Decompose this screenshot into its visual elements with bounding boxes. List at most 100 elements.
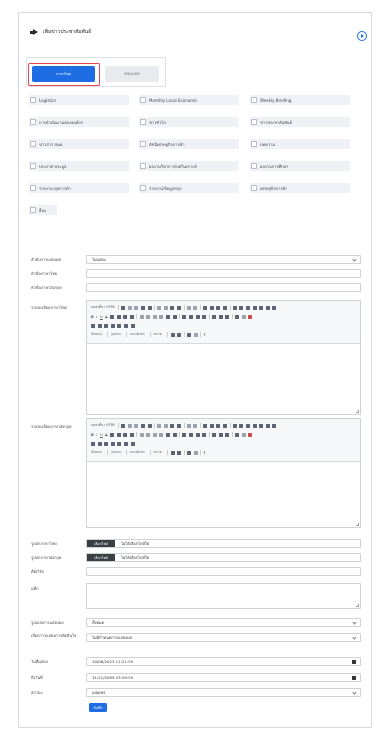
div-container-icon[interactable] — [172, 314, 177, 319]
detail-en-editor[interactable]: แหล่งที่มา HTML B I U S ลักษณะ รูปแบบ แบ… — [86, 418, 361, 528]
category-checkbox[interactable]: Monthly Local Economic — [140, 95, 197, 105]
choose-file-button[interactable]: เลือกไฟล์ — [87, 540, 115, 547]
horizontal-line-icon[interactable] — [104, 323, 109, 328]
align-center-icon[interactable] — [189, 432, 194, 437]
category-checkbox[interactable]: ดัชนีเศรษฐกิจการค้า — [140, 139, 184, 149]
textfield-icon[interactable] — [252, 423, 257, 428]
copy-format-icon[interactable] — [123, 432, 128, 437]
language-icon[interactable] — [225, 432, 230, 437]
align-center-icon[interactable] — [189, 314, 194, 319]
remove-format-icon[interactable] — [129, 314, 134, 319]
iframe-icon[interactable] — [130, 323, 135, 328]
select-all-icon[interactable] — [216, 305, 221, 310]
bold-button[interactable]: B — [91, 315, 94, 319]
save-button[interactable]: บันทึก — [89, 703, 107, 712]
indent-icon[interactable] — [159, 314, 164, 319]
checkbox-icon[interactable] — [251, 97, 257, 103]
checkbox-icon[interactable] — [30, 141, 36, 147]
copy-icon[interactable] — [163, 423, 168, 428]
select-all-icon[interactable] — [216, 423, 221, 428]
checkbox-icon[interactable] — [30, 207, 36, 213]
checkbox-icon[interactable] — [30, 97, 36, 103]
replace-icon[interactable] — [209, 423, 214, 428]
paste-icon[interactable] — [170, 305, 175, 310]
special-char-icon[interactable] — [117, 323, 122, 328]
spellcheck-icon[interactable] — [223, 305, 228, 310]
calendar-icon[interactable] — [352, 676, 356, 680]
expire-select[interactable]: ไม่มีกำหนดการแสดงผล — [86, 633, 361, 642]
paragraph-select[interactable]: รูปแบบ — [111, 332, 128, 337]
blockquote-icon[interactable] — [166, 314, 171, 319]
redo-icon[interactable] — [193, 423, 198, 428]
undo-icon[interactable] — [186, 423, 191, 428]
new-page-icon[interactable] — [127, 305, 132, 310]
italic-button[interactable]: I — [96, 433, 97, 437]
paste-icon[interactable] — [170, 423, 175, 428]
resize-handle-icon[interactable] — [356, 604, 359, 607]
blockquote-icon[interactable] — [166, 432, 171, 437]
detail-th-editor[interactable]: แหล่งที่มา HTML B I U S ลักษณะ รูปแบบ แบ… — [86, 300, 361, 415]
resize-handle-icon[interactable] — [356, 410, 359, 413]
outdent-icon[interactable] — [152, 432, 157, 437]
category-checkbox[interactable]: Logistics — [30, 95, 56, 105]
size-select[interactable]: ขนาด — [153, 450, 168, 455]
numbered-list-icon[interactable] — [139, 432, 144, 437]
font-select[interactable]: แบบอักษร — [130, 332, 151, 337]
show-blocks-icon[interactable] — [193, 450, 198, 455]
justify-icon[interactable] — [202, 314, 207, 319]
align-right-icon[interactable] — [195, 432, 200, 437]
resize-handle-icon[interactable] — [356, 523, 359, 526]
cut-icon[interactable] — [157, 305, 162, 310]
category-checkbox[interactable]: ผลงานการศึกษา — [251, 161, 288, 171]
unlink-icon[interactable] — [241, 314, 246, 319]
strike-button[interactable]: S — [105, 433, 107, 437]
start-date-input[interactable]: 10/06/2023 11:21:59 — [86, 657, 361, 666]
ltr-icon[interactable] — [211, 314, 216, 319]
iframe-icon[interactable] — [130, 441, 135, 446]
image-en-file-input[interactable]: เลือกไฟล์ ไม่ได้เลือกไฟล์ใด — [86, 553, 361, 562]
spellcheck-icon[interactable] — [223, 423, 228, 428]
anchor-icon[interactable] — [248, 314, 253, 319]
align-left-icon[interactable] — [182, 314, 187, 319]
anchor-icon[interactable] — [248, 432, 253, 437]
bold-button[interactable]: B — [91, 433, 94, 437]
cut-icon[interactable] — [157, 423, 162, 428]
category-checkbox[interactable]: ข่าวสาร สนค. — [30, 139, 63, 149]
subscript-icon[interactable] — [110, 314, 115, 319]
find-icon[interactable] — [203, 423, 208, 428]
print-icon[interactable] — [140, 305, 145, 310]
checkbox-icon[interactable] — [239, 423, 244, 428]
copy-icon[interactable] — [163, 305, 168, 310]
align-left-icon[interactable] — [182, 432, 187, 437]
status-select[interactable]: เผยแพร่ — [86, 688, 361, 697]
format-select[interactable]: ลักษณะ — [91, 450, 109, 455]
redo-icon[interactable] — [193, 305, 198, 310]
table-icon[interactable] — [97, 323, 102, 328]
align-right-icon[interactable] — [195, 314, 200, 319]
checkbox-icon[interactable] — [251, 141, 257, 147]
paragraph-select[interactable]: รูปแบบ — [111, 450, 128, 455]
table-icon[interactable] — [97, 441, 102, 446]
maximize-icon[interactable] — [186, 332, 191, 337]
bg-color-icon[interactable] — [177, 450, 182, 455]
checkbox-icon[interactable] — [251, 119, 257, 125]
rtl-icon[interactable] — [218, 432, 223, 437]
checkbox-icon[interactable] — [251, 163, 257, 169]
category-checkbox[interactable]: ข่าวประชาสัมพันธ์ — [251, 117, 292, 127]
checkbox-icon[interactable] — [140, 163, 146, 169]
source-button[interactable]: แหล่งที่มา HTML — [91, 423, 115, 428]
strike-button[interactable]: S — [105, 315, 107, 319]
preview-icon[interactable] — [134, 423, 139, 428]
new-page-icon[interactable] — [127, 423, 132, 428]
underline-button[interactable]: U — [100, 315, 103, 319]
tab-thai[interactable]: ภาษาไทย — [32, 66, 95, 82]
checkbox-icon[interactable] — [239, 305, 244, 310]
text-color-icon[interactable] — [170, 450, 175, 455]
category-checkbox[interactable]: Weekly Briefing — [251, 95, 291, 105]
select-field-icon[interactable] — [259, 423, 264, 428]
link-icon[interactable] — [234, 432, 239, 437]
templates-icon[interactable] — [147, 305, 152, 310]
page-break-icon[interactable] — [123, 441, 128, 446]
image-th-file-input[interactable]: เลือกไฟล์ ไม่ได้เลือกไฟล์ใด — [86, 539, 361, 548]
preview-icon[interactable] — [134, 305, 139, 310]
